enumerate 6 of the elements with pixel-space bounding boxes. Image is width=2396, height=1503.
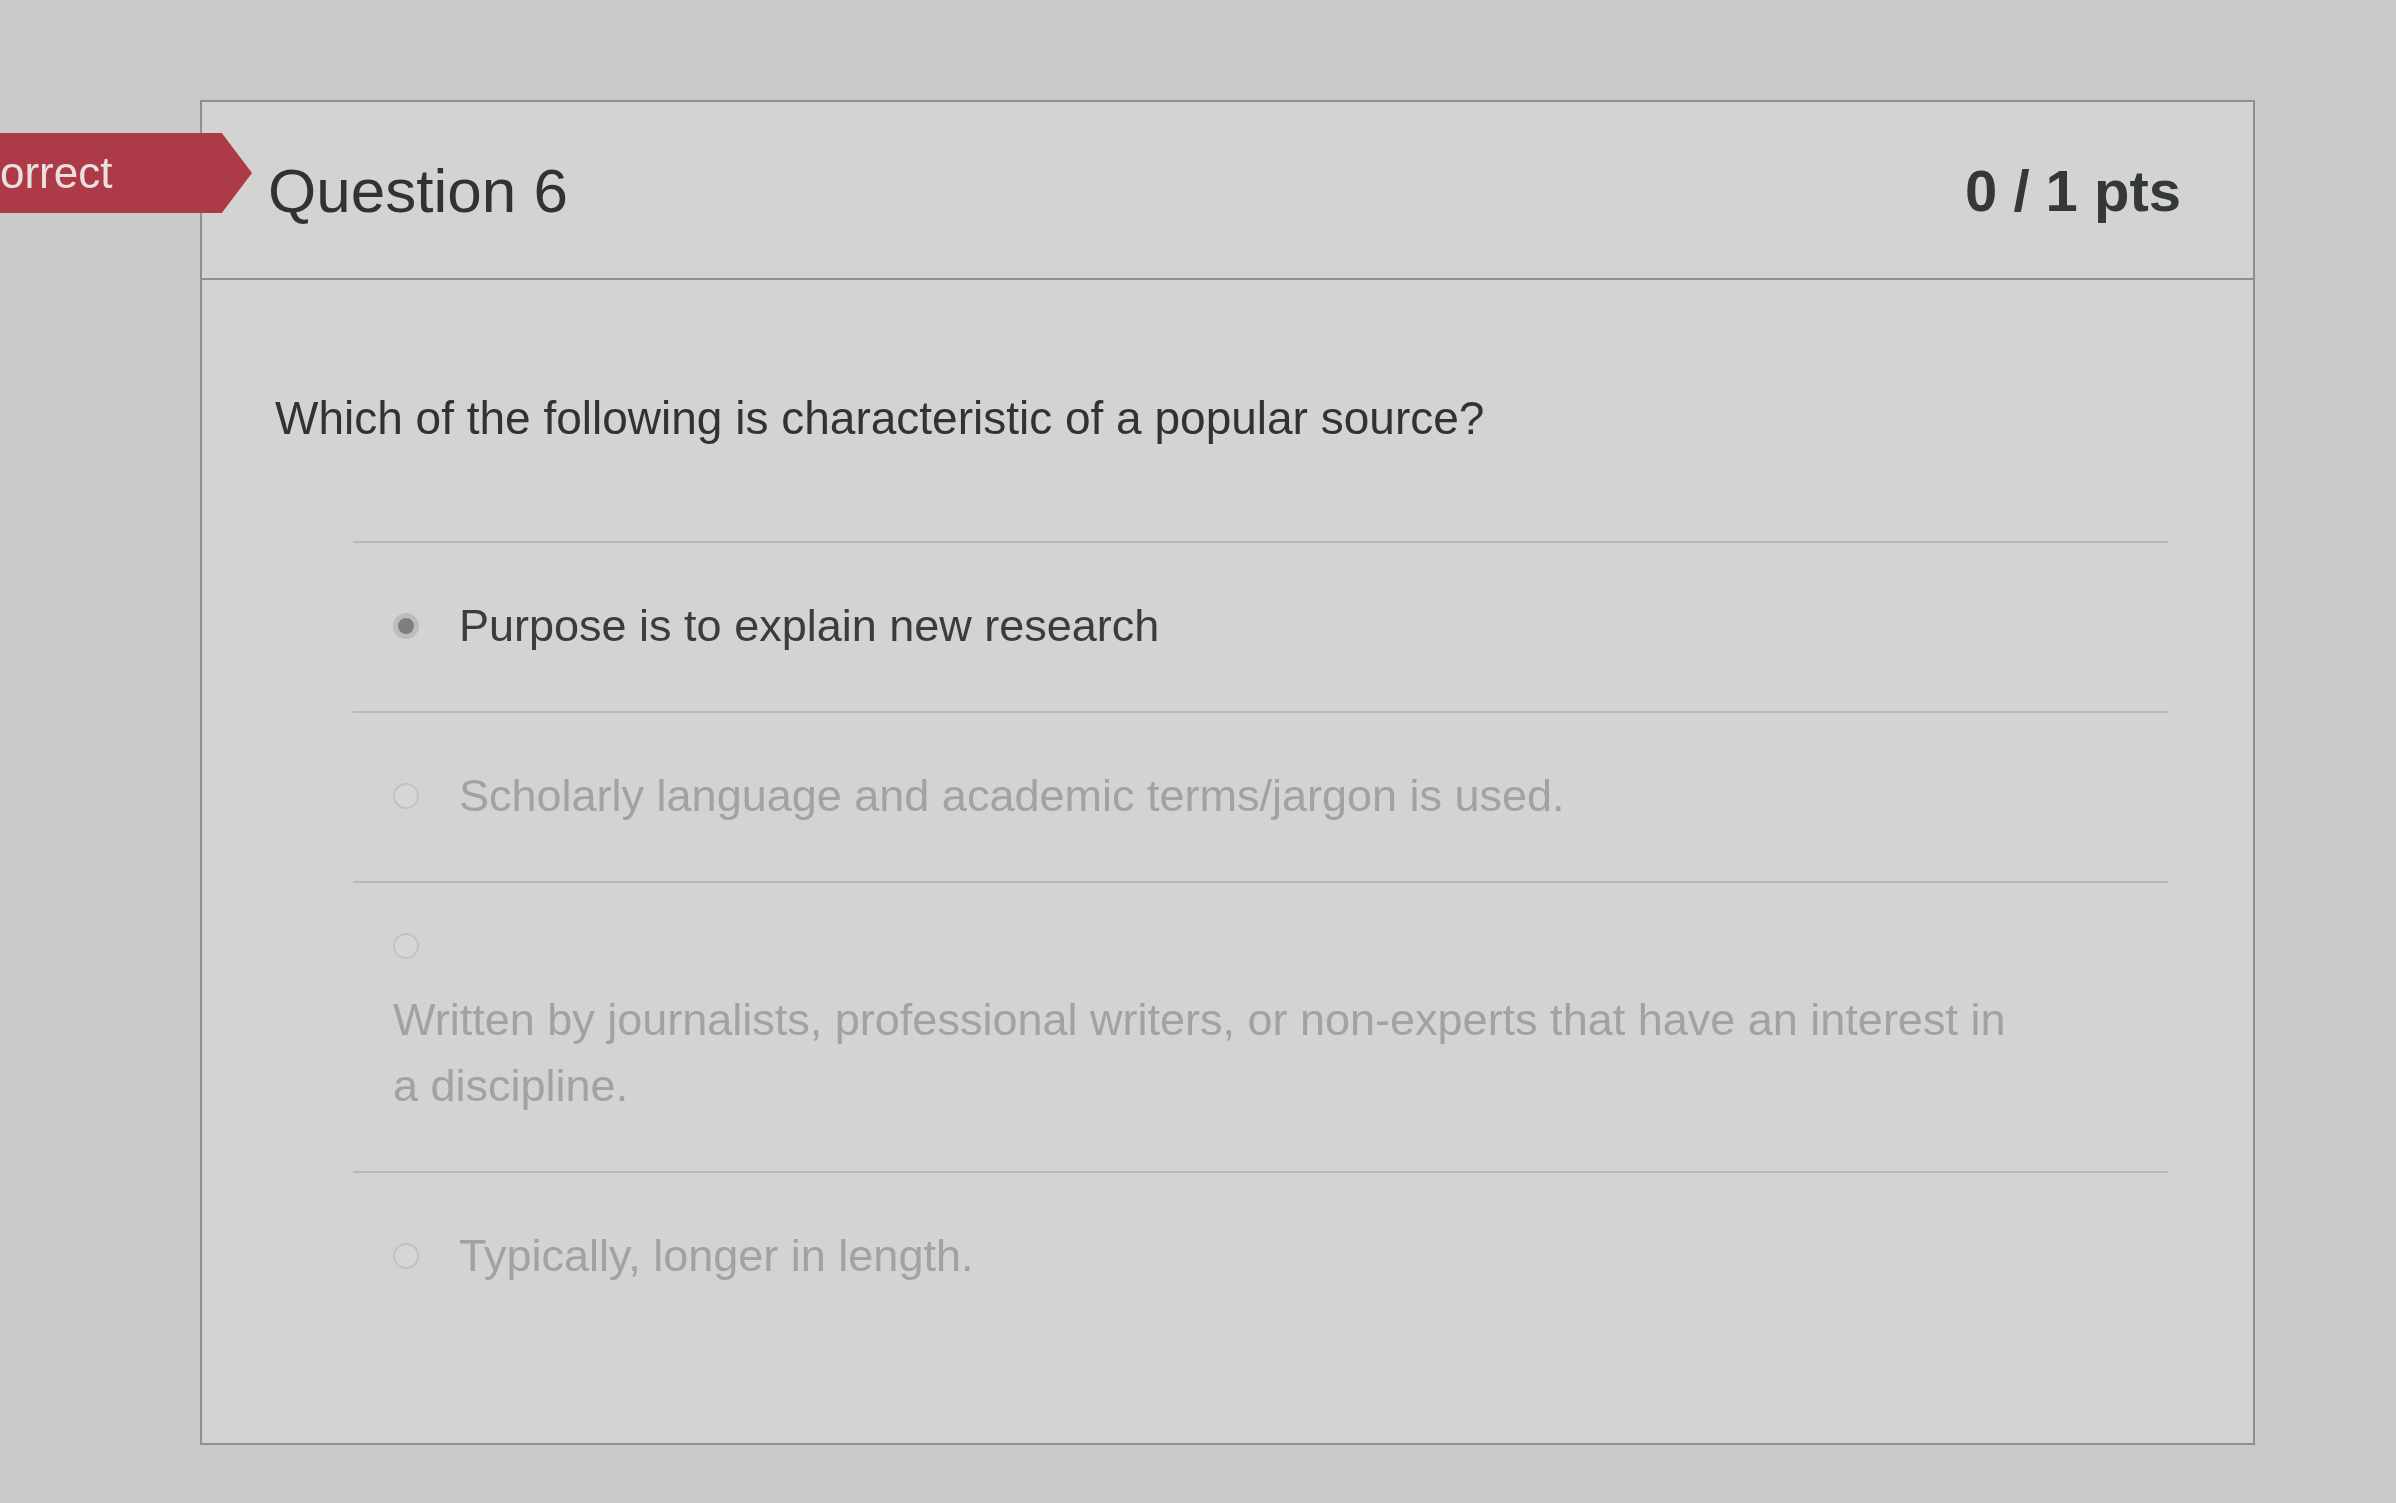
- question-title: Question 6: [268, 154, 568, 226]
- question-text: Which of the following is characteristic of a popular source?: [275, 391, 1486, 446]
- result-flag: orrect: [0, 133, 252, 213]
- answer-text: Purpose is to explain new research: [459, 599, 1160, 653]
- points-score: 0 / 1 pts: [1965, 156, 2181, 224]
- radio-button[interactable]: [393, 613, 419, 639]
